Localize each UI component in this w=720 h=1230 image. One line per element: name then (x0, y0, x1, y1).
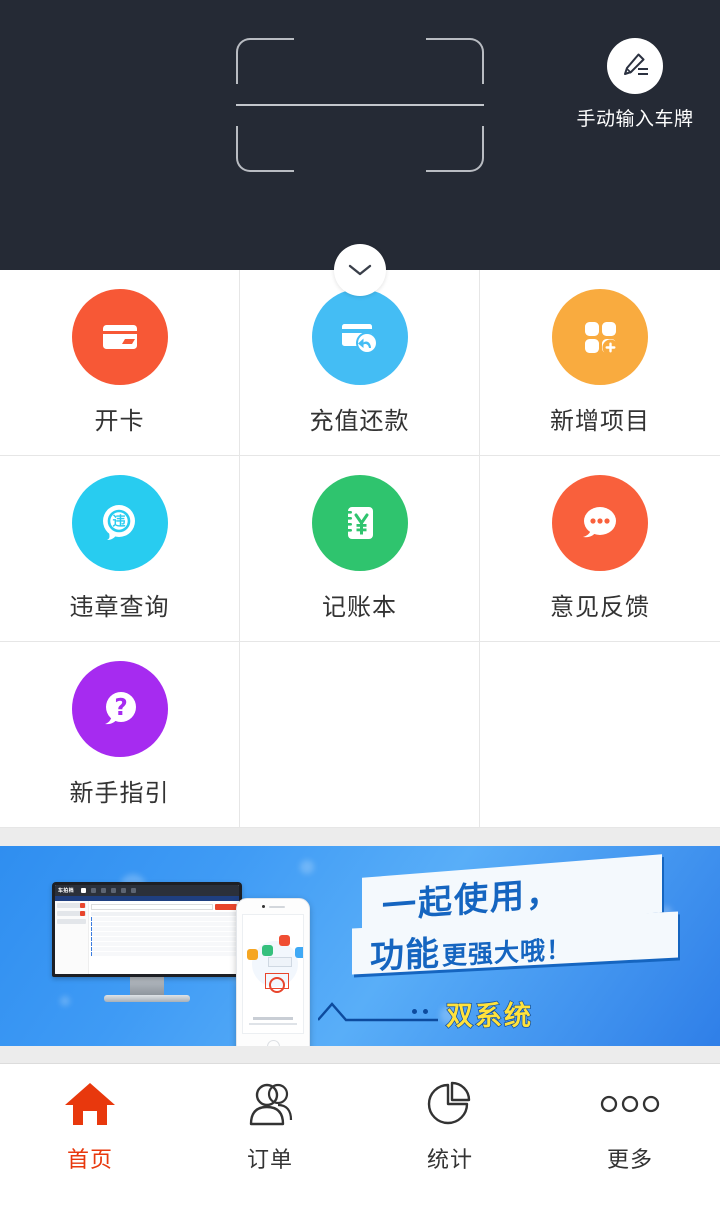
manual-plate-input-button[interactable]: 手动输入车牌 (570, 38, 700, 131)
tab-more[interactable]: 更多 (540, 1064, 720, 1188)
tab-orders[interactable]: 订单 (180, 1064, 360, 1188)
grid-item-open-card[interactable]: 开卡 (0, 270, 240, 456)
grid-item-empty (240, 642, 480, 828)
promo-banner[interactable]: 车拍档 一起使用， 功能 更强大哦！ 双系统 (0, 846, 720, 1046)
grid-item-label: 新增项目 (550, 408, 650, 435)
bottom-tab-bar: 首页 订单 统计 更多 (0, 1063, 720, 1188)
frame-corner-top-right (426, 38, 484, 84)
grid-item-empty (480, 642, 720, 828)
grid-item-ledger[interactable]: 记账本 (240, 456, 480, 642)
card-refund-icon (311, 289, 408, 385)
grid-item-label: 意见反馈 (550, 594, 650, 621)
scanner-header: 手动输入车牌 (0, 0, 720, 296)
grid-item-label: 违章查询 (69, 594, 170, 621)
pencil-icon (607, 38, 663, 94)
feature-grid: 开卡 充值还款 新增项目 违 违章查询 记账本 意见反馈 ? 新手指引 (0, 270, 720, 828)
grid-item-feedback[interactable]: 意见反馈 (480, 456, 720, 642)
scan-line (236, 104, 484, 106)
chat-dots-icon (552, 475, 648, 571)
license-plate-scan-frame (236, 38, 484, 172)
more-dots-icon (595, 1078, 665, 1130)
card-icon (71, 289, 168, 385)
grid-item-label: 开卡 (94, 408, 145, 435)
tab-label: 统计 (426, 1147, 473, 1172)
violation-search-icon: 违 (71, 475, 168, 571)
grid-item-violation-query[interactable]: 违 违章查询 (0, 456, 240, 642)
grid-item-label: 记账本 (322, 594, 397, 621)
grid-item-beginner-guide[interactable]: ? 新手指引 (0, 642, 240, 828)
ledger-yuan-icon (311, 475, 408, 571)
banner-line2-emphasis: 功能 (370, 934, 440, 977)
frame-corner-bottom-right (426, 126, 484, 172)
banner-zigzag-decor (318, 1002, 438, 1022)
tab-home[interactable]: 首页 (0, 1064, 180, 1188)
frame-corner-bottom-left (236, 126, 294, 172)
question-bubble-icon: ? (71, 661, 168, 757)
banner-headline: 一起使用， 功能 更强大哦！ (352, 854, 688, 982)
tabbar-divider (0, 1046, 720, 1063)
section-divider (0, 828, 720, 846)
tab-label: 订单 (246, 1147, 293, 1172)
banner-line2-rest: 更强大哦！ (442, 935, 573, 971)
grid-item-add-project[interactable]: 新增项目 (480, 270, 720, 456)
grid-plus-icon (552, 289, 648, 385)
banner-dots-decor (412, 1009, 428, 1014)
people-icon (243, 1078, 297, 1130)
frame-corner-top-left (236, 38, 294, 84)
svg-text:违: 违 (112, 514, 125, 530)
grid-item-label: 新手指引 (69, 780, 170, 807)
grid-item-label: 充值还款 (309, 408, 410, 435)
monitor-logo: 车拍档 (58, 888, 74, 894)
banner-badge: 双系统 (445, 1000, 533, 1031)
chevron-down-icon (348, 264, 372, 276)
tab-label: 更多 (606, 1147, 653, 1172)
grid-item-recharge-repay[interactable]: 充值还款 (240, 270, 480, 456)
manual-plate-input-label: 手动输入车牌 (576, 109, 694, 130)
home-icon (63, 1078, 117, 1130)
pie-chart-icon (423, 1078, 477, 1130)
desktop-mockup-image: 车拍档 (52, 882, 242, 1002)
phone-mockup-image (236, 898, 310, 1046)
svg-text:?: ? (114, 695, 127, 721)
tab-statistics[interactable]: 统计 (360, 1064, 540, 1188)
tab-label: 首页 (66, 1147, 113, 1172)
bokeh-decor (300, 860, 314, 874)
expand-toggle-button[interactable] (334, 244, 386, 296)
